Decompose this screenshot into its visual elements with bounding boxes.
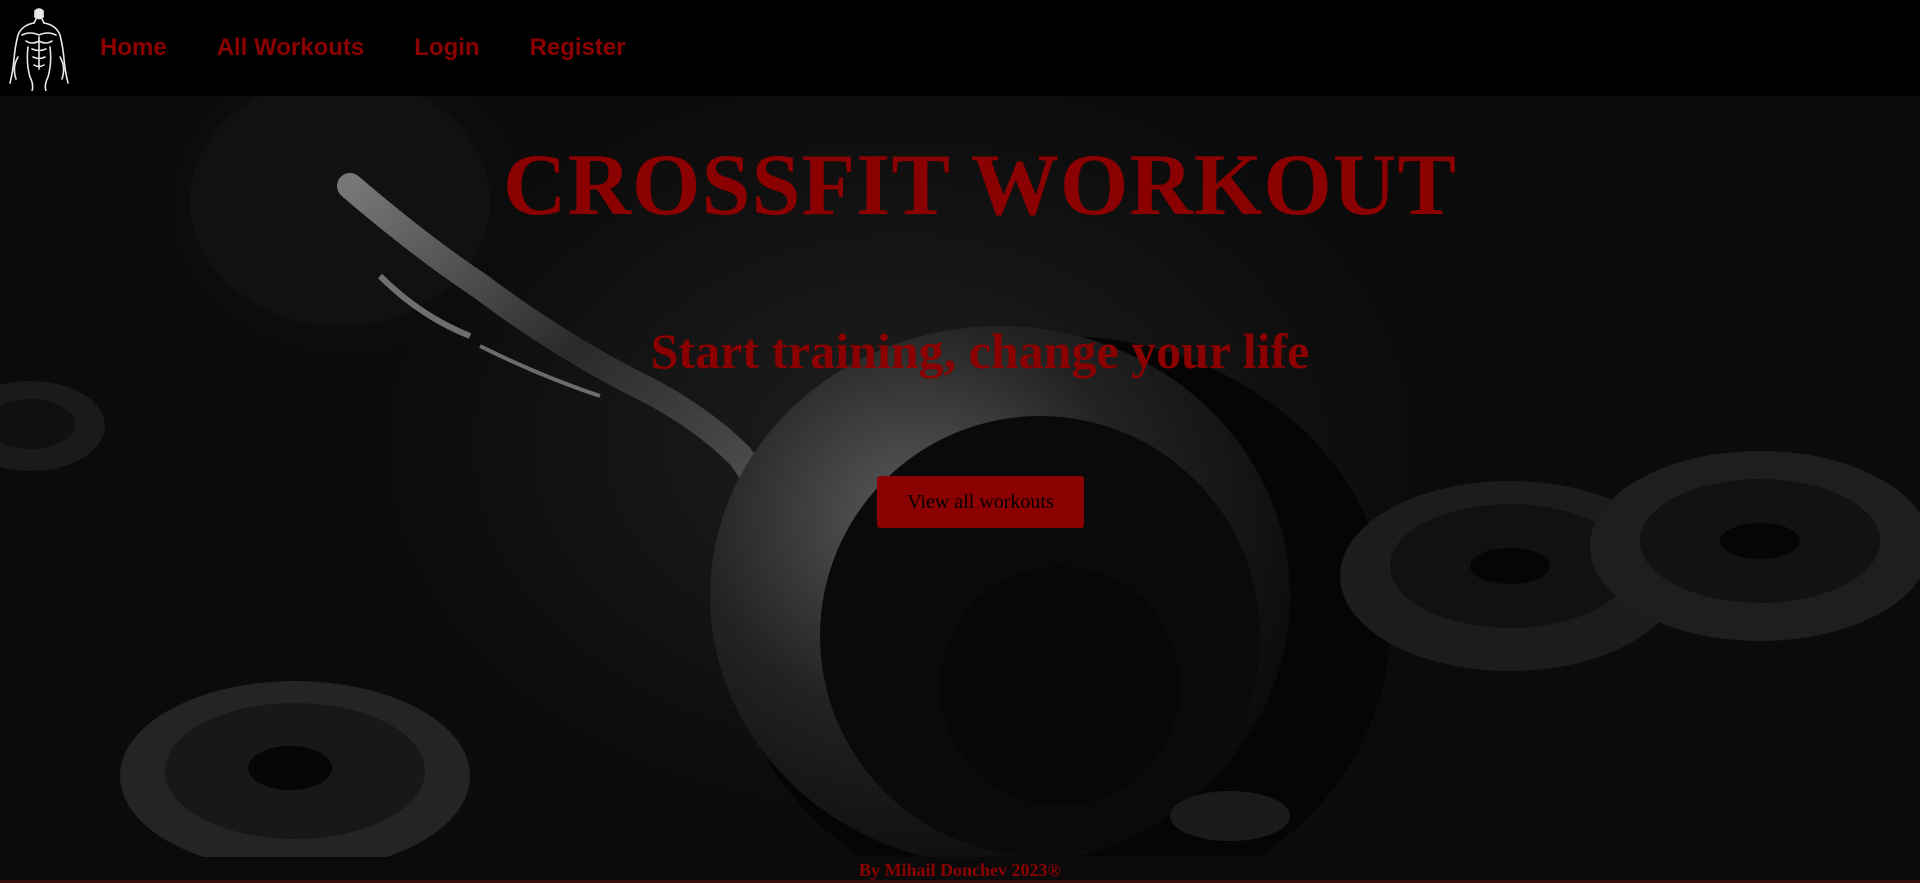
- nav-link-register[interactable]: Register: [530, 34, 626, 62]
- navbar: Home All Workouts Login Register: [0, 0, 1920, 96]
- view-all-workouts-button[interactable]: View all workouts: [877, 476, 1084, 528]
- nav-link-all-workouts[interactable]: All Workouts: [217, 34, 365, 62]
- footer-credit: By Mihail Donchev 2023®: [859, 860, 1061, 880]
- nav-link-login[interactable]: Login: [414, 34, 479, 62]
- footer: By Mihail Donchev 2023®: [0, 857, 1920, 883]
- hero-title: CROSSFIT WORKOUT: [502, 137, 1458, 234]
- hero-subtitle: Start training, change your life: [650, 323, 1310, 379]
- muscleman-logo-icon[interactable]: [6, 5, 72, 91]
- hero-section: CROSSFIT WORKOUT Start training, change …: [0, 96, 1920, 857]
- nav-link-home[interactable]: Home: [100, 34, 167, 62]
